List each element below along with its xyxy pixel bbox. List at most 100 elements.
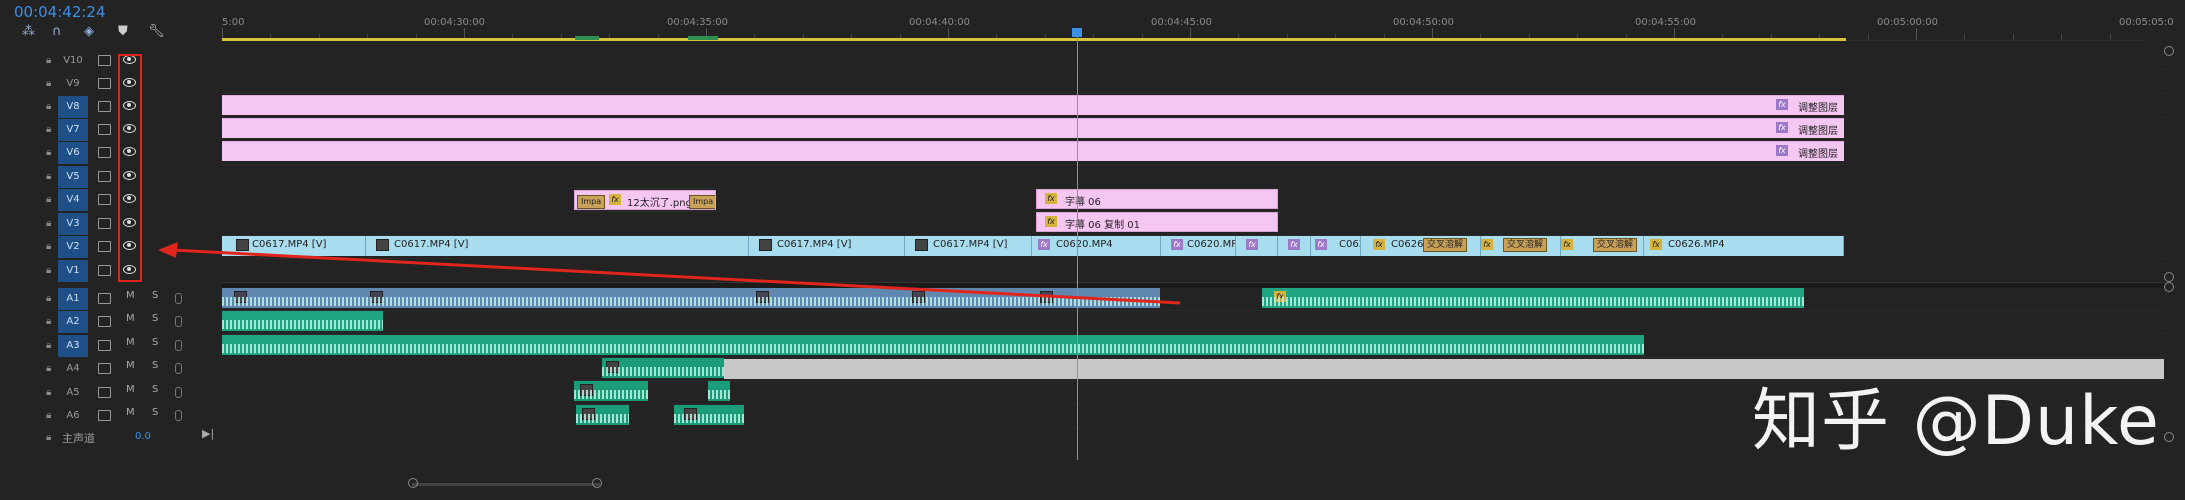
solo-button[interactable]: S [152, 384, 158, 395]
sync-lock-icon[interactable] [98, 101, 111, 112]
scroll-handle[interactable] [2164, 46, 2174, 56]
scroll-handle[interactable] [592, 478, 602, 488]
marker-icon[interactable]: ⛊ [118, 24, 128, 39]
subtitle-copy-clip[interactable]: fx 字幕 06 复制 01 [1036, 212, 1278, 232]
track-label[interactable]: V8 [58, 96, 88, 118]
video-clip[interactable]: C0617.MP4 [V] [222, 236, 366, 256]
sync-lock-icon[interactable] [98, 147, 111, 158]
scroll-handle[interactable] [408, 478, 418, 488]
scroll-handle[interactable] [2164, 282, 2174, 292]
solo-button[interactable]: S [152, 313, 158, 324]
horizontal-scrollbar[interactable] [222, 478, 1622, 490]
audio-clip[interactable] [576, 405, 629, 425]
video-clip[interactable]: fx C062 [1311, 236, 1361, 256]
lock-icon[interactable]: 🔒︎ [46, 78, 51, 89]
playhead-handle[interactable] [1072, 28, 1082, 37]
subtitle-clip[interactable]: fx 字幕 06 [1036, 189, 1278, 209]
png-clip[interactable]: Impa fx 12太沉了.png Impa [574, 190, 716, 210]
mute-button[interactable]: M [126, 313, 135, 324]
playhead-line[interactable] [1077, 32, 1078, 460]
sync-lock-icon[interactable] [98, 241, 111, 252]
video-clip[interactable]: fx 交叉溶解 [1481, 236, 1561, 256]
lock-icon[interactable]: 🔒︎ [46, 340, 51, 351]
mute-button[interactable]: M [126, 290, 135, 301]
audio-clip[interactable] [222, 311, 383, 331]
sync-lock-icon[interactable] [98, 387, 111, 398]
lock-icon[interactable]: 🔒︎ [46, 387, 51, 398]
lock-icon[interactable]: 🔒︎ [46, 363, 51, 374]
solo-button[interactable]: S [152, 290, 158, 301]
lock-icon[interactable]: 🔒︎ [46, 265, 51, 276]
track-label[interactable]: V10 [58, 50, 88, 72]
video-clip[interactable]: fx C0626.MP4 [1644, 236, 1844, 256]
scroll-handle[interactable] [2164, 432, 2174, 442]
audio-clip[interactable]: fx [1262, 288, 1804, 308]
sync-lock-icon[interactable] [98, 340, 111, 351]
mute-button[interactable]: M [126, 407, 135, 418]
track-label[interactable]: V5 [58, 166, 88, 188]
cross-dissolve-badge[interactable]: 交叉溶解 [1503, 238, 1548, 252]
track-label[interactable]: A2 [58, 311, 88, 333]
microphone-icon[interactable] [175, 410, 182, 421]
video-clip[interactable]: fx [1236, 236, 1278, 256]
adjustment-layer-clip[interactable]: fx 调整图层 [222, 141, 1844, 161]
lock-icon[interactable]: 🔒︎ [46, 55, 51, 66]
audio-clip[interactable] [222, 288, 1160, 308]
audio-clip[interactable] [574, 381, 648, 401]
video-clip[interactable]: fx [1278, 236, 1311, 256]
sync-lock-icon[interactable] [98, 78, 111, 89]
video-clip[interactable]: fx C0620.MP4 [1032, 236, 1161, 256]
lock-icon[interactable]: 🔒︎ [46, 194, 51, 205]
track-label[interactable]: V3 [58, 213, 88, 235]
video-clip[interactable]: C0617.MP4 [V] [366, 236, 749, 256]
video-clip[interactable]: fx C0626. 交叉溶解 [1361, 236, 1481, 256]
microphone-icon[interactable] [175, 340, 182, 351]
skip-to-end-icon[interactable]: ▶| [202, 427, 214, 440]
mute-button[interactable]: M [126, 360, 135, 371]
track-label[interactable]: A6 [58, 405, 88, 427]
audio-clip[interactable] [222, 335, 1644, 355]
lock-icon[interactable]: 🔒︎ [46, 432, 51, 443]
sync-lock-icon[interactable] [98, 293, 111, 304]
track-label[interactable]: V6 [58, 142, 88, 164]
video-clip[interactable]: fx 交叉溶解 [1561, 236, 1644, 256]
lock-icon[interactable]: 🔒︎ [46, 316, 51, 327]
track-label[interactable]: V1 [58, 260, 88, 282]
work-area-bar[interactable] [222, 38, 1846, 41]
track-label[interactable]: A3 [58, 335, 88, 357]
lock-icon[interactable]: 🔒︎ [46, 171, 51, 182]
audio-clip[interactable] [674, 405, 744, 425]
track-label[interactable]: A5 [58, 382, 88, 404]
lock-icon[interactable]: 🔒︎ [46, 101, 51, 112]
mute-button[interactable]: M [126, 337, 135, 348]
sync-lock-icon[interactable] [98, 55, 111, 66]
wrench-icon[interactable]: 🔧︎ [148, 24, 165, 39]
sync-lock-icon[interactable] [98, 194, 111, 205]
link-icon[interactable]: ∩ [52, 24, 62, 39]
microphone-icon[interactable] [175, 293, 182, 304]
video-clip[interactable]: C0617.MP4 [V] [749, 236, 905, 256]
mute-button[interactable]: M [126, 384, 135, 395]
linked-selection-icon[interactable]: ◈ [84, 24, 94, 39]
track-label[interactable]: V9 [58, 73, 88, 95]
lock-icon[interactable]: 🔒︎ [46, 147, 51, 158]
track-label[interactable]: V4 [58, 189, 88, 211]
microphone-icon[interactable] [175, 316, 182, 327]
lock-icon[interactable]: 🔒︎ [46, 218, 51, 229]
vertical-scrollbar[interactable] [2163, 46, 2175, 446]
scrollbar-track[interactable] [412, 483, 600, 486]
sync-lock-icon[interactable] [98, 363, 111, 374]
playhead-timecode[interactable]: 00:04:42:24 [14, 3, 106, 21]
solo-button[interactable]: S [152, 337, 158, 348]
adjustment-layer-clip[interactable]: fx 调整图层 [222, 118, 1844, 138]
sync-lock-icon[interactable] [98, 218, 111, 229]
microphone-icon[interactable] [175, 387, 182, 398]
sync-lock-icon[interactable] [98, 410, 111, 421]
sync-lock-icon[interactable] [98, 171, 111, 182]
track-label[interactable]: V2 [58, 236, 88, 258]
microphone-icon[interactable] [175, 363, 182, 374]
cross-dissolve-badge[interactable]: 交叉溶解 [1593, 238, 1638, 252]
cross-dissolve-badge[interactable]: 交叉溶解 [1423, 238, 1468, 252]
master-volume-value[interactable]: 0.0 [135, 431, 151, 442]
track-label[interactable]: A1 [58, 288, 88, 310]
